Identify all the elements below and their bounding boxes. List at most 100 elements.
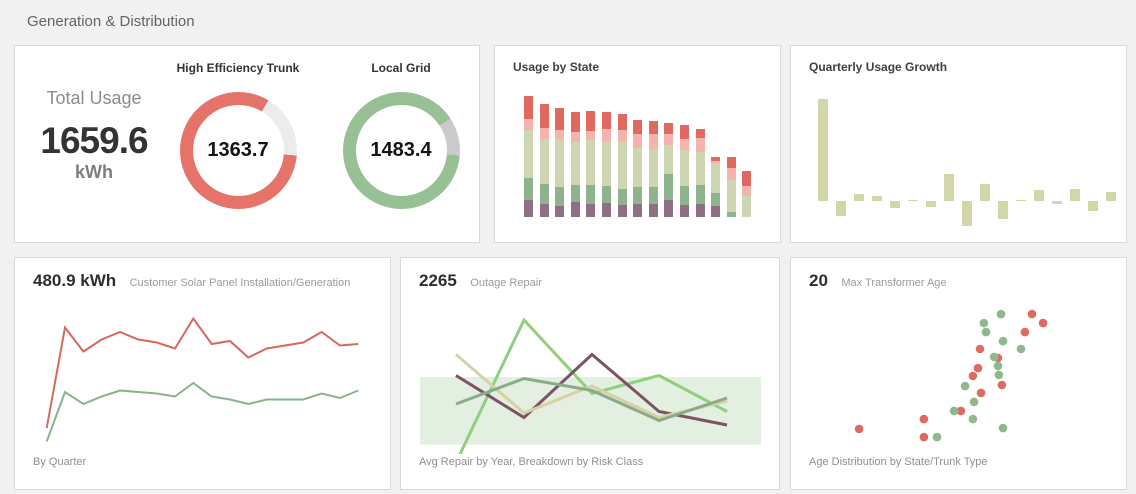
outage-subtitle: Outage Repair [470, 277, 542, 289]
bar-segment-layer-2-green [540, 184, 549, 204]
scatter-point-group-red [974, 364, 983, 373]
bar-segment-layer-4-pink [586, 131, 595, 140]
bar-segment-layer-4-pink [540, 128, 549, 139]
age-headline-row: 20 Max Transformer Age [809, 271, 947, 291]
scatter-point-group-green [961, 382, 970, 391]
scatter-point-group-green [994, 362, 1003, 371]
age-headline: 20 [809, 271, 828, 290]
scatter-point-group-green [997, 310, 1006, 319]
bar-segment-layer-5-red [664, 123, 673, 134]
stacked-bar [633, 120, 642, 217]
bar-segment-layer-5-red [555, 108, 564, 130]
donut-trunk-label: High Efficiency Trunk [158, 61, 318, 75]
bar-segment-layer-3-sage [618, 142, 627, 189]
bar-segment-layer-1-plum [696, 204, 705, 217]
panel-solar-generation[interactable]: 480.9 kWh Customer Solar Panel Installat… [14, 257, 391, 490]
donut-high-efficiency-trunk[interactable]: High Efficiency Trunk 1363.7 [158, 61, 318, 209]
bar-segment-layer-3-sage [602, 142, 611, 186]
donut-local-grid[interactable]: Local Grid 1483.4 [321, 61, 481, 209]
scatter-point-group-green [1017, 345, 1026, 354]
total-usage-value: 1659.6 [29, 122, 159, 159]
scatter-point-group-red [1028, 310, 1037, 319]
growth-bar [890, 201, 900, 208]
growth-bar [818, 99, 828, 201]
quarterly-growth-bar-chart[interactable] [791, 46, 1126, 242]
bar-segment-layer-3-sage [555, 139, 564, 187]
growth-bar [1052, 201, 1062, 204]
usage-by-state-stacked-bar-chart[interactable] [495, 46, 780, 242]
bar-segment-layer-2-green [680, 186, 689, 205]
bar-segment-layer-4-pink [555, 130, 564, 139]
panel-quarterly-usage-growth[interactable]: Quarterly Usage Growth [790, 45, 1127, 243]
bar-segment-layer-2-green [633, 187, 642, 204]
bar-segment-layer-5-red [618, 114, 627, 130]
scatter-point-group-red [977, 389, 986, 398]
stacked-bar [571, 112, 580, 217]
growth-bar [962, 201, 972, 226]
outage-footer: Avg Repair by Year, Breakdown by Risk Cl… [419, 456, 643, 468]
scatter-point-group-green [933, 433, 942, 442]
bar-segment-layer-1-plum [618, 205, 627, 217]
bar-segment-layer-2-green [555, 187, 564, 206]
stacked-bar [742, 171, 751, 217]
scatter-point-group-green [995, 371, 1004, 380]
bar-segment-layer-1-plum [555, 206, 564, 217]
bar-segment-layer-3-sage [727, 180, 736, 212]
bar-segment-layer-1-plum [540, 204, 549, 217]
solar-headline: 480.9 kWh [33, 271, 116, 290]
scatter-point-group-red [998, 381, 1007, 390]
donut-trunk-value: 1363.7 [207, 139, 268, 162]
bar-segment-layer-4-pink [680, 139, 689, 150]
bar-segment-layer-4-pink [649, 134, 658, 149]
bar-segment-layer-5-red [742, 171, 751, 186]
bar-segment-layer-1-plum [586, 204, 595, 217]
age-subtitle: Max Transformer Age [841, 277, 946, 289]
bar-segment-layer-5-red [696, 129, 705, 138]
bar-segment-layer-1-plum [524, 200, 533, 217]
growth-bar [872, 196, 882, 201]
bar-segment-layer-1-plum [711, 206, 720, 217]
bar-segment-layer-3-sage [524, 130, 533, 178]
growth-bar [926, 201, 936, 207]
growth-bar [944, 174, 954, 201]
bar-segment-layer-5-red [680, 125, 689, 139]
bar-segment-layer-5-red [571, 112, 580, 132]
scatter-point-group-green [970, 398, 979, 407]
bar-segment-layer-1-plum [633, 204, 642, 217]
panel-total-usage[interactable]: Total Usage 1659.6 kWh High Efficiency T… [14, 45, 480, 243]
panel-usage-by-state[interactable]: Usage by State [494, 45, 781, 243]
panel-outage-repair[interactable]: 2265 Outage Repair Avg Repair by Year, B… [400, 257, 780, 490]
bar-segment-layer-4-pink [602, 129, 611, 142]
line-series-series-red [47, 319, 359, 429]
bar-segment-layer-3-sage [680, 150, 689, 186]
panel-max-transformer-age[interactable]: 20 Max Transformer Age Age Distribution … [790, 257, 1127, 490]
bar-segment-layer-1-plum [602, 203, 611, 217]
bar-segment-layer-1-plum [680, 205, 689, 217]
bar-segment-layer-5-red [586, 111, 595, 131]
scatter-point-group-green [980, 319, 989, 328]
growth-bar [854, 194, 864, 201]
bar-segment-layer-2-green [586, 185, 595, 204]
growth-bar [1088, 201, 1098, 211]
growth-bar [998, 201, 1008, 219]
stacked-bar [524, 96, 533, 217]
bar-segment-layer-4-pink [571, 132, 580, 142]
bar-segment-layer-5-red [540, 104, 549, 128]
line-series-series-green [47, 383, 359, 442]
bar-segment-layer-3-sage [664, 145, 673, 174]
growth-bar [836, 201, 846, 216]
stacked-bar [727, 157, 736, 217]
bar-segment-layer-1-plum [664, 200, 673, 217]
bar-segment-layer-1-plum [649, 204, 658, 217]
growth-bar [1106, 192, 1116, 201]
donut-grid-hole: 1483.4 [356, 105, 447, 196]
scatter-point-group-green [990, 353, 999, 362]
scatter-point-group-red [920, 415, 929, 424]
scatter-point-group-green [969, 415, 978, 424]
solar-subtitle: Customer Solar Panel Installation/Genera… [130, 277, 351, 289]
scatter-point-group-green [999, 424, 1008, 433]
bar-segment-layer-5-red [524, 96, 533, 119]
bar-segment-layer-3-sage [742, 196, 751, 217]
donut-trunk-hole: 1363.7 [193, 105, 284, 196]
stacked-bar [586, 111, 595, 217]
